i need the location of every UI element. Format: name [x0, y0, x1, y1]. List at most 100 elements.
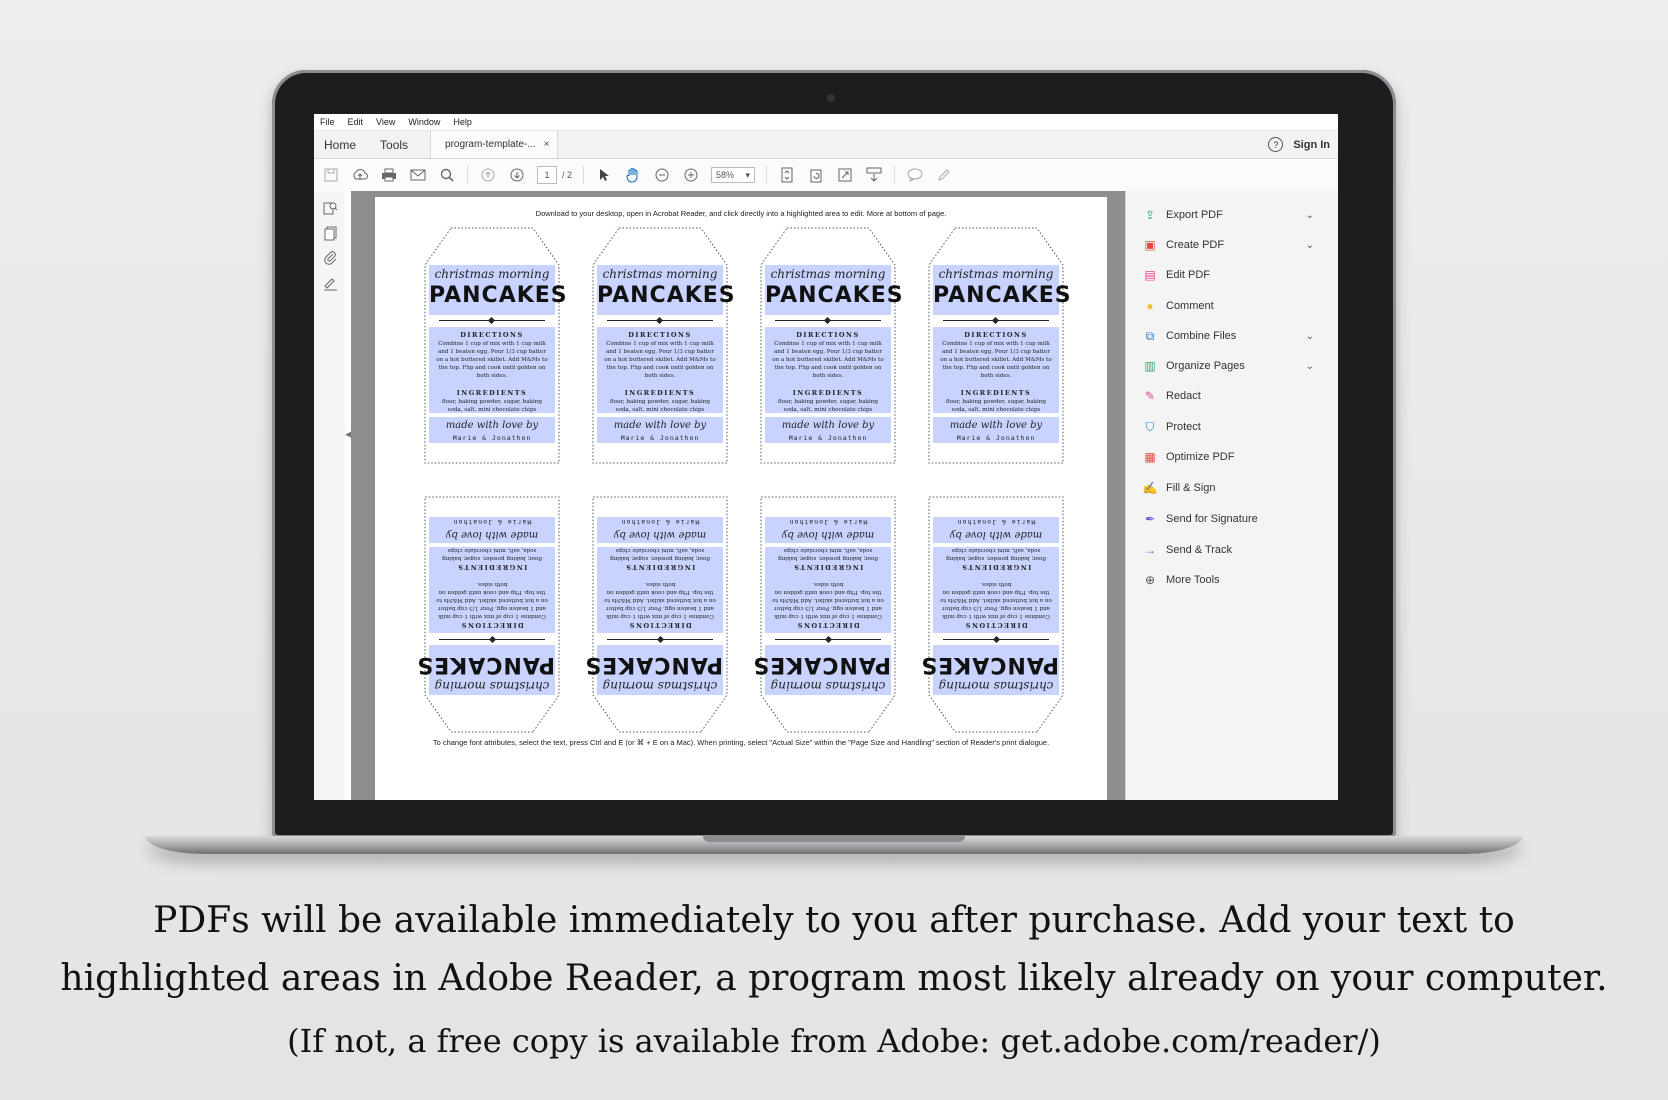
tool-redact[interactable]: ✎ Redact — [1142, 385, 1332, 407]
tag-script-title: christmas morning — [938, 267, 1054, 281]
tool-organize-pages[interactable]: ▥ Organize Pages ⌄ — [1142, 355, 1332, 377]
pancake-tag-flipped: christmas morning PANCAKES DIRECTIONS Co… — [920, 495, 1065, 733]
comment-icon[interactable] — [906, 166, 924, 184]
tag-title: PANCAKES — [429, 283, 568, 308]
chevron-down-icon[interactable]: ⌄ — [1306, 361, 1314, 372]
chevron-down-icon[interactable]: ⌄ — [1306, 210, 1314, 221]
tool-export-pdf[interactable]: ⇪ Export PDF ⌄ — [1142, 204, 1332, 226]
search-icon[interactable] — [438, 166, 456, 184]
ingredients-text: flour, baking powder, sugar, baking soda… — [946, 399, 1046, 413]
top-instruction-note: Download to your desktop, open in Acroba… — [535, 209, 947, 218]
fit-page-icon[interactable] — [778, 166, 796, 184]
page-total: / 2 — [562, 170, 573, 180]
tool-label: Fill & Sign — [1166, 482, 1216, 494]
directions-text: Combine 1 cup of mix with 1 cup milk and… — [436, 341, 548, 379]
tag-script-title: christmas morning — [602, 679, 718, 693]
pancake-tag-flipped: christmas morning PANCAKES DIRECTIONS Co… — [584, 495, 729, 733]
pancake-tag-flipped: christmas morning PANCAKES DIRECTIONS Co… — [752, 495, 897, 733]
signature-icon[interactable] — [322, 275, 338, 291]
menu-view[interactable]: View — [376, 117, 395, 127]
tag-names: Marie & Jonathon — [620, 518, 700, 526]
tool-label: Create PDF — [1166, 239, 1225, 251]
tool-protect[interactable]: ⛉ Protect — [1142, 416, 1332, 438]
menu-file[interactable]: File — [320, 117, 335, 127]
create-pdf-icon: ▣ — [1144, 238, 1156, 252]
close-tab-icon[interactable]: × — [544, 139, 550, 150]
pages-icon[interactable] — [322, 225, 338, 241]
tag-signature: made with love by — [445, 529, 539, 540]
tool-fill-sign[interactable]: ✍ Fill & Sign — [1142, 477, 1332, 499]
page-number-input[interactable]: 1 — [537, 166, 557, 184]
pancake-tag: christmas morning PANCAKES DIRECTIONS Co… — [591, 227, 735, 465]
directions-heading: DIRECTIONS — [964, 331, 1028, 339]
help-icon[interactable]: ? — [1268, 137, 1284, 152]
tag-title: PANCAKES — [416, 652, 555, 677]
menu-edit[interactable]: Edit — [348, 117, 364, 127]
tool-create-pdf[interactable]: ▣ Create PDF ⌄ — [1142, 234, 1332, 256]
menu-bar: File Edit View Window Help — [314, 114, 1338, 131]
tag-signature: made with love by — [613, 420, 707, 431]
tool-edit-pdf[interactable]: ▤ Edit PDF — [1142, 264, 1332, 286]
laptop-notch — [703, 836, 965, 842]
zoom-level-value: 58% — [716, 170, 735, 180]
page-thumbnails-icon[interactable] — [322, 199, 338, 215]
redact-icon: ✎ — [1144, 389, 1156, 403]
ingredients-heading: INGREDIENTS — [456, 389, 528, 397]
zoom-level-select[interactable]: 58% ▾ — [711, 167, 756, 183]
tool-more-tools[interactable]: ⊕ More Tools — [1142, 569, 1332, 591]
document-viewer[interactable]: Download to your desktop, open in Acroba… — [351, 191, 1125, 800]
directions-heading: DIRECTIONS — [796, 621, 860, 629]
scroll-mode-icon[interactable] — [865, 166, 883, 184]
tool-comment[interactable]: ● Comment — [1142, 295, 1332, 317]
chevron-down-icon[interactable]: ⌄ — [1306, 240, 1314, 251]
ingredients-heading: INGREDIENTS — [960, 563, 1032, 571]
pen-icon[interactable] — [935, 166, 953, 184]
zoom-out-icon[interactable] — [653, 166, 671, 184]
previous-page-icon[interactable] — [479, 166, 497, 184]
directions-text: Combine 1 cup of mix with 1 cup milk and… — [940, 341, 1052, 379]
tool-label: Send for Signature — [1166, 513, 1258, 525]
comment-icon: ● — [1146, 299, 1154, 313]
sign-in-link[interactable]: Sign In — [1293, 139, 1330, 151]
hand-tool-icon[interactable] — [624, 166, 642, 184]
divider-ornament — [824, 635, 833, 644]
rotate-page-icon[interactable] — [807, 166, 825, 184]
tag-script-title: christmas morning — [770, 679, 886, 693]
pancake-tag-flipped: christmas morning PANCAKES DIRECTIONS Co… — [416, 495, 561, 733]
email-icon[interactable] — [409, 166, 427, 184]
zoom-in-icon[interactable] — [682, 166, 700, 184]
ingredients-heading: INGREDIENTS — [456, 563, 528, 571]
directions-text: Combine 1 cup of mix with 1 cup milk and… — [604, 341, 716, 379]
attachment-icon[interactable] — [322, 249, 338, 265]
tool-combine-files[interactable]: ⧉ Combine Files ⌄ — [1142, 325, 1332, 347]
pancake-tag: christmas morning PANCAKES DIRECTIONS Co… — [423, 227, 568, 465]
ingredients-text: flour, baking powder, sugar, baking soda… — [946, 547, 1046, 561]
directions-heading: DIRECTIONS — [460, 331, 524, 339]
document-tab[interactable]: program-template-... × — [430, 131, 559, 158]
tool-label: Combine Files — [1166, 330, 1237, 342]
divider-ornament — [656, 635, 665, 644]
menu-help[interactable]: Help — [453, 117, 472, 127]
save-icon[interactable] — [322, 166, 340, 184]
print-icon[interactable] — [380, 166, 398, 184]
select-arrow-icon[interactable] — [595, 166, 613, 184]
protect-icon: ⛉ — [1145, 419, 1155, 434]
tab-tools[interactable]: Tools — [380, 138, 408, 152]
tool-send-for-signature[interactable]: ✒ Send for Signature — [1142, 508, 1332, 530]
tag-title: PANCAKES — [584, 652, 723, 677]
caption-line-1: PDFs will be available immediately to yo… — [153, 900, 1515, 941]
tool-send-track[interactable]: → Send & Track — [1142, 539, 1332, 561]
chevron-down-icon[interactable]: ⌄ — [1306, 331, 1314, 342]
tab-home[interactable]: Home — [324, 138, 356, 152]
full-screen-icon[interactable] — [836, 166, 854, 184]
tag-names: Marie & Jonathon — [452, 434, 532, 442]
tag-title: PANCAKES — [765, 283, 904, 308]
ingredients-text: flour, baking powder, sugar, baking soda… — [778, 399, 878, 413]
menu-window[interactable]: Window — [408, 117, 440, 127]
tag-signature: made with love by — [445, 420, 539, 431]
tool-label: Edit PDF — [1166, 269, 1211, 281]
upload-icon[interactable] — [351, 166, 369, 184]
tool-optimize-pdf[interactable]: ▦ Optimize PDF — [1142, 446, 1332, 468]
left-tool-rail — [314, 191, 346, 800]
next-page-icon[interactable] — [508, 166, 526, 184]
